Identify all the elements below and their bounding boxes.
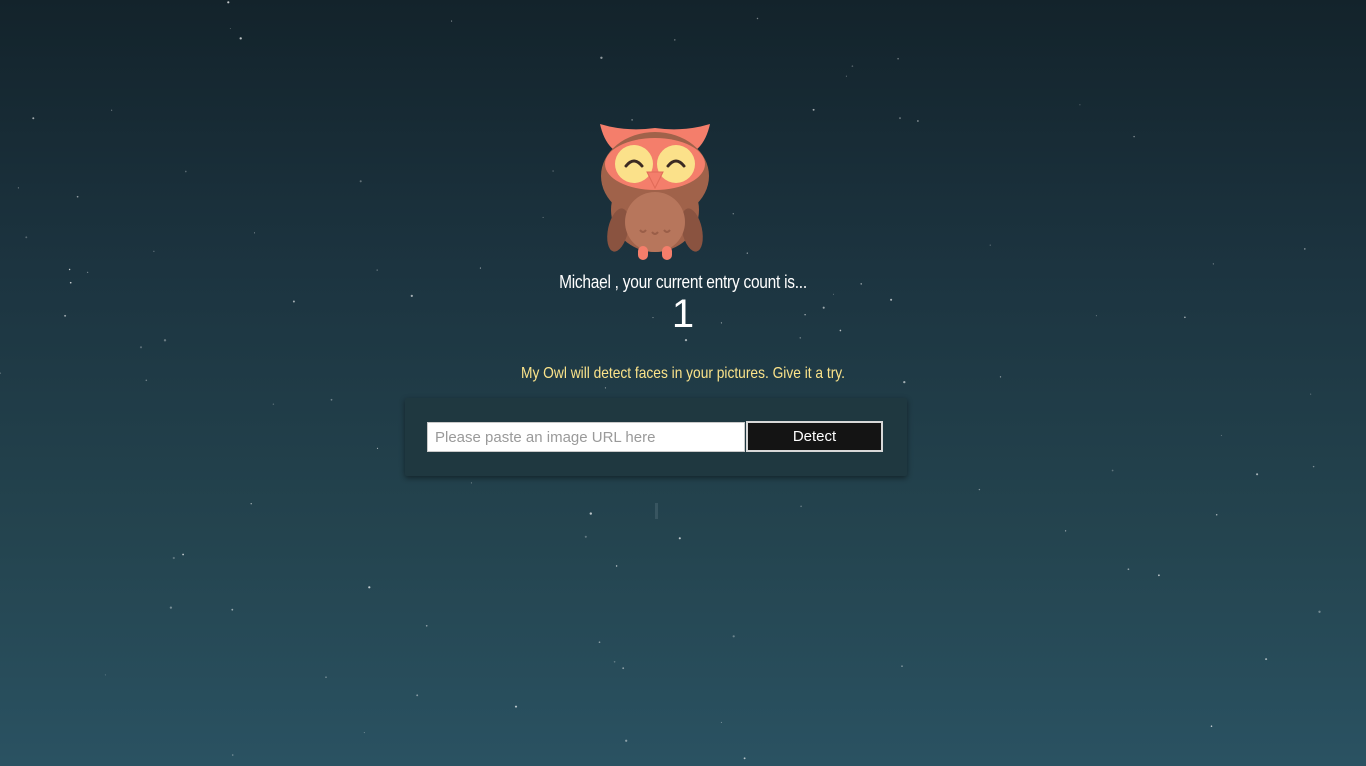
star	[552, 170, 554, 172]
star	[1318, 610, 1321, 613]
star	[172, 556, 175, 560]
star	[1064, 530, 1067, 532]
star	[1265, 658, 1268, 661]
form-tagline: My Owl will detect faces in your picture…	[521, 365, 845, 382]
star	[184, 170, 187, 173]
star	[1158, 574, 1160, 577]
star	[1210, 725, 1213, 727]
star	[622, 667, 625, 670]
star	[800, 505, 802, 508]
star	[229, 28, 231, 30]
starfield-background	[0, 1, 1321, 760]
star	[732, 212, 735, 215]
star	[17, 187, 19, 189]
star	[901, 665, 903, 667]
star	[153, 250, 155, 252]
star	[227, 1, 230, 4]
star	[68, 268, 71, 271]
entry-count: 1	[671, 292, 695, 336]
star	[514, 705, 518, 708]
star	[600, 56, 603, 59]
star	[86, 271, 89, 274]
star	[1303, 248, 1306, 250]
star	[732, 635, 735, 638]
star	[250, 503, 252, 505]
star	[1256, 473, 1259, 476]
star	[613, 660, 616, 663]
star	[604, 387, 606, 389]
star	[1312, 465, 1315, 468]
star	[1212, 263, 1215, 265]
star	[470, 482, 472, 484]
star	[812, 108, 815, 111]
star	[330, 398, 333, 401]
star	[239, 37, 242, 40]
star	[1133, 135, 1135, 138]
star	[363, 732, 365, 734]
star	[69, 281, 72, 284]
star	[845, 75, 847, 77]
star	[598, 641, 601, 644]
face-detection-result-image	[655, 503, 658, 519]
star	[1310, 393, 1312, 395]
star	[589, 512, 592, 515]
owl-logo	[600, 124, 710, 260]
star	[615, 565, 618, 567]
star	[359, 180, 362, 183]
star	[542, 216, 544, 218]
star	[0, 372, 2, 375]
star	[253, 232, 256, 234]
star	[182, 553, 185, 556]
star	[756, 17, 759, 20]
star	[169, 606, 173, 609]
image-link-form: Detect	[405, 398, 907, 476]
star	[376, 447, 379, 449]
star	[325, 676, 327, 679]
star	[899, 117, 901, 120]
star	[451, 20, 453, 22]
star	[625, 739, 628, 742]
star	[978, 488, 981, 491]
star	[746, 252, 748, 254]
star	[851, 65, 854, 67]
star	[104, 674, 106, 676]
star	[231, 608, 234, 611]
star	[917, 120, 919, 122]
star	[272, 403, 275, 405]
star	[376, 269, 378, 271]
star	[76, 195, 79, 198]
star	[1111, 469, 1114, 472]
star	[111, 109, 113, 111]
star	[743, 757, 746, 760]
star	[368, 586, 371, 589]
star	[32, 117, 35, 120]
star	[897, 57, 899, 60]
star	[678, 537, 681, 540]
star	[416, 694, 419, 697]
star	[989, 244, 991, 246]
star	[163, 339, 167, 342]
star	[720, 721, 722, 723]
star	[1127, 568, 1130, 571]
star	[1215, 513, 1218, 516]
star	[231, 754, 234, 756]
star	[1220, 434, 1222, 436]
star	[425, 624, 428, 627]
star	[479, 267, 481, 269]
image-url-input[interactable]	[427, 422, 745, 452]
star	[139, 346, 143, 349]
star	[25, 236, 28, 239]
star	[1079, 104, 1081, 106]
star	[674, 39, 676, 41]
star	[584, 535, 587, 538]
detect-button[interactable]: Detect	[746, 421, 883, 452]
star	[684, 338, 688, 342]
